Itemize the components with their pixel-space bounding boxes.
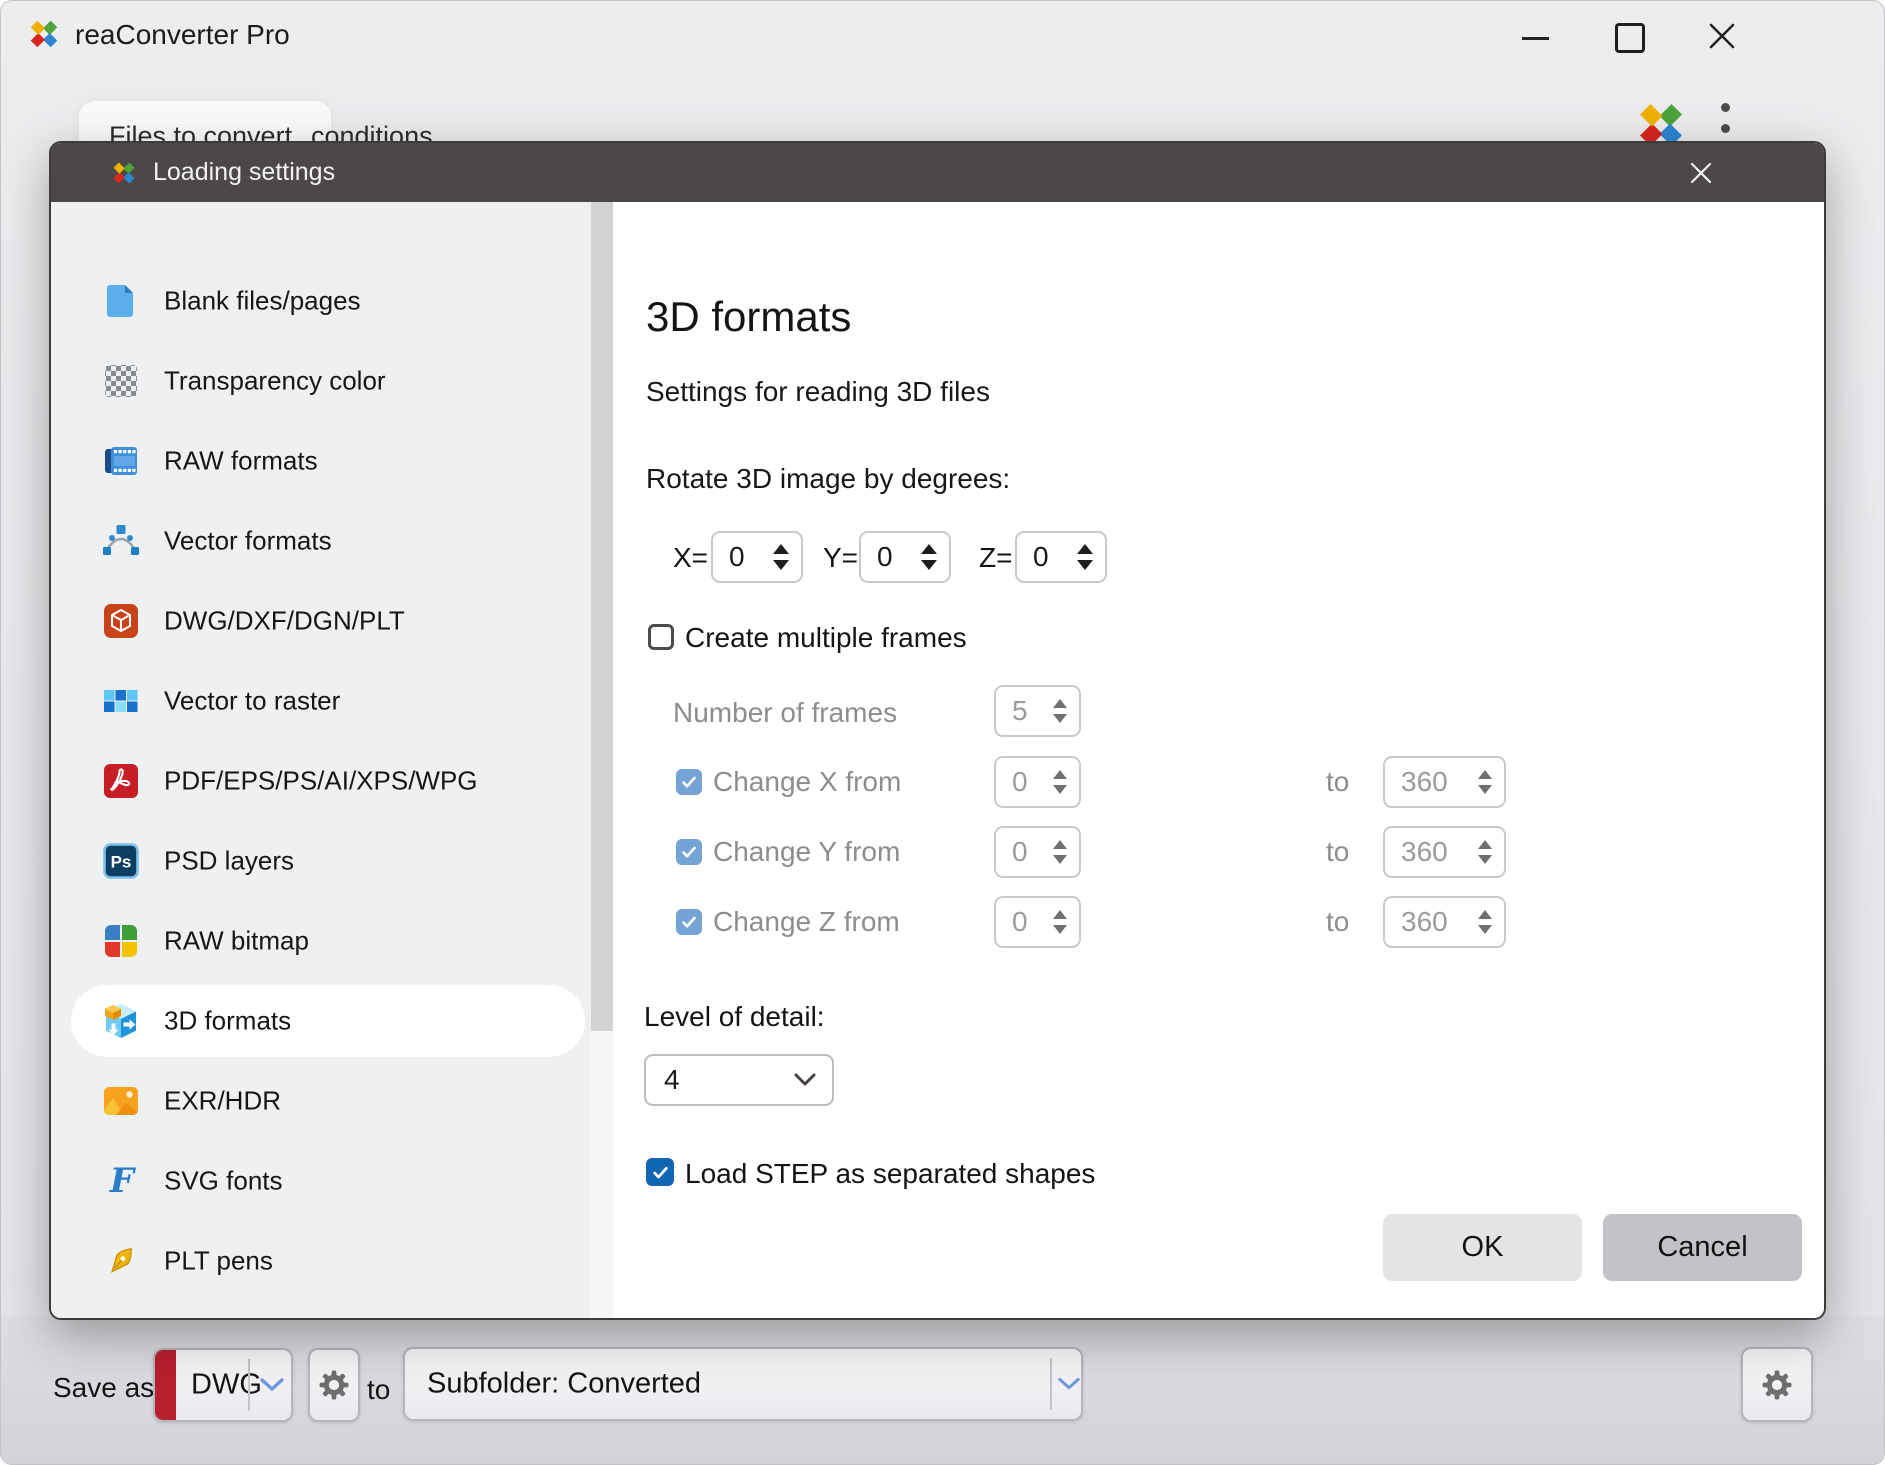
dialog-logo-icon xyxy=(109,158,139,188)
change-axis-checkbox[interactable] xyxy=(676,769,702,795)
ok-button[interactable]: OK xyxy=(1383,1214,1582,1281)
dialog-header: Loading settings xyxy=(51,143,1824,202)
close-button[interactable] xyxy=(1707,21,1737,51)
load-step-label: Load STEP as separated shapes xyxy=(685,1158,1095,1190)
screen: reaConverter Pro Files to convert condit… xyxy=(0,0,1885,1465)
create-multiple-frames-checkbox[interactable] xyxy=(648,624,674,650)
change-to-spinner[interactable]: 360 xyxy=(1383,756,1506,808)
change-from-spinner[interactable]: 0 xyxy=(994,896,1081,948)
dialog-title: Loading settings xyxy=(153,158,335,187)
minimize-button[interactable] xyxy=(1522,37,1549,40)
convert-settings-button[interactable] xyxy=(1741,1347,1813,1422)
number-of-frames-spinner[interactable]: 5 xyxy=(994,685,1081,737)
spinner-arrows[interactable] xyxy=(1053,840,1067,864)
to-word-label: to xyxy=(1326,766,1349,798)
number-of-frames-label: Number of frames xyxy=(673,697,897,729)
axis-label: Z= xyxy=(979,542,1012,574)
gear-icon xyxy=(317,1368,351,1402)
change-to-spinner[interactable]: 360 xyxy=(1383,826,1506,878)
maximize-button[interactable] xyxy=(1615,23,1645,53)
spinner-arrows[interactable] xyxy=(1478,840,1492,864)
change-from-spinner[interactable]: 0 xyxy=(994,756,1081,808)
spinner-arrows[interactable] xyxy=(1053,910,1067,934)
spinner-value: 360 xyxy=(1401,906,1448,938)
app-logo-icon xyxy=(25,15,63,53)
window-title: reaConverter Pro xyxy=(75,19,290,51)
to-label: to xyxy=(367,1374,390,1406)
spinner-arrows[interactable] xyxy=(1053,770,1067,794)
axis-rotation-spinner[interactable]: 0 xyxy=(711,531,803,583)
change-axis-label: Change X from xyxy=(713,766,901,798)
destination-select[interactable]: Subfolder: Converted xyxy=(403,1347,1083,1421)
destination-value: Subfolder: Converted xyxy=(427,1368,701,1401)
app-window: reaConverter Pro Files to convert condit… xyxy=(0,0,1885,1465)
change-axis-checkbox[interactable] xyxy=(676,839,702,865)
dialog-content: 3D formats Settings for reading 3D files… xyxy=(51,202,1824,1318)
rotate-section-label: Rotate 3D image by degrees: xyxy=(646,463,1010,495)
conversion-bar: Save as DWG to Subfolder: Converted Conv… xyxy=(1,1316,1884,1464)
spinner-value: 360 xyxy=(1401,766,1448,798)
axis-rotation-spinner[interactable]: 0 xyxy=(1015,531,1107,583)
spinner-value: 5 xyxy=(1012,695,1028,727)
format-color-stripe xyxy=(155,1350,176,1420)
output-format-value: DWG xyxy=(191,1369,262,1402)
chevron-down-icon xyxy=(259,1377,285,1393)
spinner-value: 0 xyxy=(1012,836,1028,868)
to-word-label: to xyxy=(1326,906,1349,938)
gear-icon xyxy=(1760,1368,1794,1402)
dialog-close-icon[interactable] xyxy=(1687,159,1715,187)
change-from-spinner[interactable]: 0 xyxy=(994,826,1081,878)
divider xyxy=(1050,1358,1052,1410)
level-of-detail-label: Level of detail: xyxy=(644,1001,825,1033)
change-axis-checkbox[interactable] xyxy=(676,909,702,935)
save-as-label: Save as xyxy=(53,1372,154,1404)
spinner-value: 360 xyxy=(1401,836,1448,868)
spinner-arrows[interactable] xyxy=(921,544,937,570)
spinner-arrows[interactable] xyxy=(1478,910,1492,934)
chevron-down-icon xyxy=(1057,1377,1081,1392)
chevron-down-icon xyxy=(794,1073,816,1087)
dialog-body: Blank files/pagesTransparency colorRAW f… xyxy=(51,202,1824,1318)
cancel-button[interactable]: Cancel xyxy=(1603,1214,1802,1281)
change-axis-label: Change Y from xyxy=(713,836,900,868)
change-to-spinner[interactable]: 360 xyxy=(1383,896,1506,948)
spinner-arrows[interactable] xyxy=(1077,544,1093,570)
create-multiple-frames-label: Create multiple frames xyxy=(685,622,967,654)
level-of-detail-select[interactable]: 4 xyxy=(644,1054,834,1106)
output-format-select[interactable]: DWG xyxy=(153,1348,293,1422)
spinner-value: 0 xyxy=(1033,541,1049,573)
loading-settings-dialog: Loading settings Blank files/pagesTransp… xyxy=(49,141,1826,1320)
level-of-detail-value: 4 xyxy=(664,1064,680,1096)
spinner-arrows[interactable] xyxy=(1053,699,1067,723)
axis-label: X= xyxy=(673,542,708,574)
axis-rotation-spinner[interactable]: 0 xyxy=(859,531,951,583)
spinner-value: 0 xyxy=(877,541,893,573)
spinner-value: 0 xyxy=(729,541,745,573)
spinner-arrows[interactable] xyxy=(773,544,789,570)
page-title: 3D formats xyxy=(646,293,851,341)
format-settings-button[interactable] xyxy=(308,1348,360,1422)
spinner-arrows[interactable] xyxy=(1478,770,1492,794)
load-step-checkbox[interactable] xyxy=(646,1158,674,1186)
spinner-value: 0 xyxy=(1012,906,1028,938)
divider xyxy=(248,1359,250,1411)
page-subtitle: Settings for reading 3D files xyxy=(646,376,990,408)
to-word-label: to xyxy=(1326,836,1349,868)
spinner-value: 0 xyxy=(1012,766,1028,798)
axis-label: Y= xyxy=(823,542,858,574)
change-axis-label: Change Z from xyxy=(713,906,900,938)
